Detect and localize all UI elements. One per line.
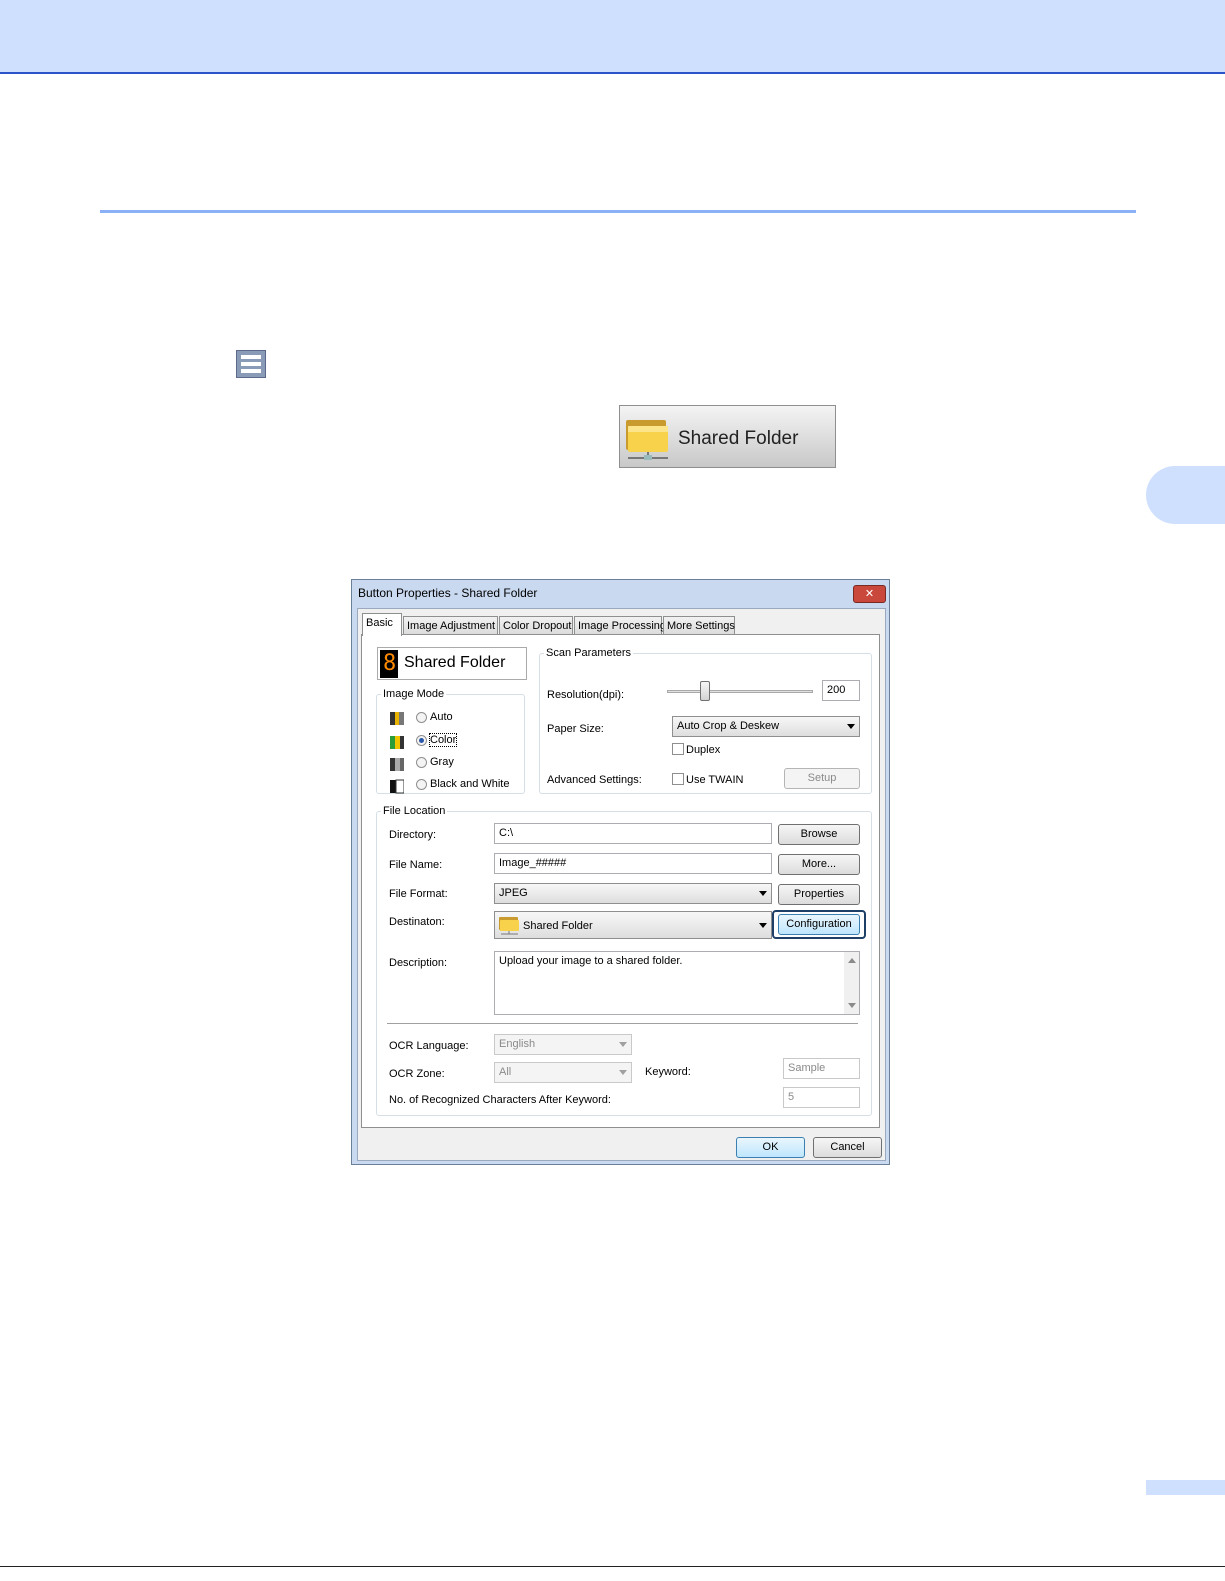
- file-format-label: File Format:: [389, 888, 448, 900]
- auto-radio[interactable]: [416, 712, 427, 723]
- duplex-label[interactable]: Duplex: [686, 744, 720, 756]
- ocr-language-value: English: [499, 1038, 536, 1050]
- directory-input[interactable]: C:\: [494, 823, 772, 844]
- description-scrollbar[interactable]: [844, 952, 859, 1014]
- black-and-white-radio[interactable]: [416, 779, 427, 790]
- tab-basic[interactable]: Basic: [362, 613, 402, 636]
- color-radio[interactable]: [416, 735, 427, 746]
- shared-folder-button-label: Shared Folder: [678, 428, 799, 449]
- button-name-box: 8 Shared Folder: [377, 647, 527, 680]
- button-name-text: Shared Folder: [404, 654, 506, 671]
- black-and-white-mode-icon: [390, 779, 404, 794]
- chevron-down-icon: [619, 1070, 627, 1075]
- button-number-digit: 8: [383, 651, 397, 676]
- chevron-down-icon: [759, 891, 767, 896]
- dialog-title: Button Properties - Shared Folder: [358, 586, 538, 600]
- ocr-separator: [387, 1023, 858, 1027]
- page-number-tab: [1146, 1480, 1225, 1495]
- paper-size-label: Paper Size:: [547, 723, 604, 735]
- ocr-zone-value: All: [499, 1066, 512, 1078]
- color-label[interactable]: Color: [428, 733, 458, 747]
- configuration-button[interactable]: Configuration: [778, 914, 860, 935]
- directory-label: Directory:: [389, 829, 437, 841]
- paper-size-value: Auto Crop & Deskew: [677, 720, 780, 732]
- setup-button[interactable]: Setup: [784, 768, 860, 789]
- ocr-zone-label: OCR Zone:: [389, 1068, 445, 1080]
- use-twain-label[interactable]: Use TWAIN: [686, 774, 743, 786]
- use-twain-checkbox[interactable]: [672, 773, 684, 785]
- file-name-input[interactable]: Image_#####: [494, 853, 772, 874]
- list-view-icon[interactable]: [236, 350, 266, 378]
- close-icon: ✕: [864, 588, 875, 600]
- resolution-input[interactable]: 200: [822, 680, 860, 701]
- duplex-checkbox[interactable]: [672, 743, 684, 755]
- basic-tab-panel: 8 Shared Folder Image Mode Auto Color Gr…: [361, 634, 880, 1128]
- tab-more-settings[interactable]: More Settings: [663, 616, 735, 634]
- paper-size-select[interactable]: Auto Crop & Deskew: [672, 716, 860, 737]
- browse-button[interactable]: Browse: [778, 824, 860, 845]
- ocr-language-label: OCR Language:: [389, 1040, 469, 1052]
- properties-button[interactable]: Properties: [778, 884, 860, 905]
- page-header-band: [0, 0, 1225, 74]
- recognized-chars-label: No. of Recognized Characters After Keywo…: [389, 1094, 611, 1106]
- destination-value: Shared Folder: [523, 920, 593, 932]
- more-button[interactable]: More...: [778, 854, 860, 875]
- file-location-legend: File Location: [383, 805, 446, 817]
- description-textarea[interactable]: Upload your image to a shared folder.: [494, 951, 860, 1015]
- gray-mode-icon: [390, 758, 404, 771]
- resolution-label: Resolution(dpi):: [547, 689, 625, 701]
- footer-line: [0, 1566, 1225, 1567]
- shared-folder-button[interactable]: Shared Folder: [619, 405, 836, 468]
- button-number-display: 8: [380, 650, 398, 678]
- keyword-input[interactable]: Sample: [783, 1058, 860, 1079]
- tab-color-dropout[interactable]: Color Dropout: [499, 616, 573, 634]
- file-format-select[interactable]: JPEG: [494, 883, 772, 904]
- chapter-tab: [1146, 466, 1225, 524]
- chevron-down-icon: [847, 724, 855, 729]
- shared-folder-icon: [626, 420, 668, 460]
- tab-image-adjustment[interactable]: Image Adjustment: [403, 616, 498, 634]
- destination-select[interactable]: Shared Folder: [494, 911, 772, 939]
- advanced-settings-label: Advanced Settings:: [547, 774, 642, 786]
- chevron-down-icon: [619, 1042, 627, 1047]
- description-text: Upload your image to a shared folder.: [499, 955, 683, 967]
- gray-radio[interactable]: [416, 757, 427, 768]
- dialog-client: Basic Image Adjustment Color Dropout Ima…: [357, 608, 886, 1161]
- black-and-white-label[interactable]: Black and White: [430, 778, 509, 790]
- ok-button[interactable]: OK: [736, 1137, 805, 1158]
- scan-parameters-legend: Scan Parameters: [546, 647, 631, 659]
- keyword-label: Keyword:: [645, 1066, 691, 1078]
- color-mode-icon: [390, 736, 404, 749]
- ocr-zone-select[interactable]: All: [494, 1062, 632, 1083]
- file-format-value: JPEG: [499, 887, 528, 899]
- file-name-label: File Name:: [389, 859, 443, 871]
- gray-label[interactable]: Gray: [430, 756, 454, 768]
- image-mode-legend: Image Mode: [383, 688, 445, 700]
- scroll-down-icon[interactable]: [848, 1003, 856, 1008]
- chevron-down-icon: [759, 923, 767, 928]
- recognized-chars-input[interactable]: 5: [783, 1087, 860, 1108]
- ocr-language-select[interactable]: English: [494, 1034, 632, 1055]
- auto-label[interactable]: Auto: [430, 711, 453, 723]
- destination-label: Destinaton:: [389, 916, 445, 928]
- section-rule: [100, 210, 1136, 213]
- resolution-slider-track[interactable]: [667, 690, 813, 693]
- scroll-up-icon[interactable]: [848, 958, 856, 963]
- description-label: Description:: [389, 957, 448, 969]
- shared-folder-icon: [499, 917, 519, 935]
- auto-mode-icon: [390, 712, 404, 725]
- close-button[interactable]: ✕: [853, 585, 886, 603]
- dialog-titlebar: Button Properties - Shared Folder ✕: [352, 580, 889, 606]
- tab-image-processing[interactable]: Image Processing: [574, 616, 666, 634]
- button-properties-dialog: Button Properties - Shared Folder ✕ Basi…: [351, 579, 890, 1165]
- resolution-slider-thumb[interactable]: [700, 681, 710, 701]
- cancel-button[interactable]: Cancel: [813, 1137, 882, 1158]
